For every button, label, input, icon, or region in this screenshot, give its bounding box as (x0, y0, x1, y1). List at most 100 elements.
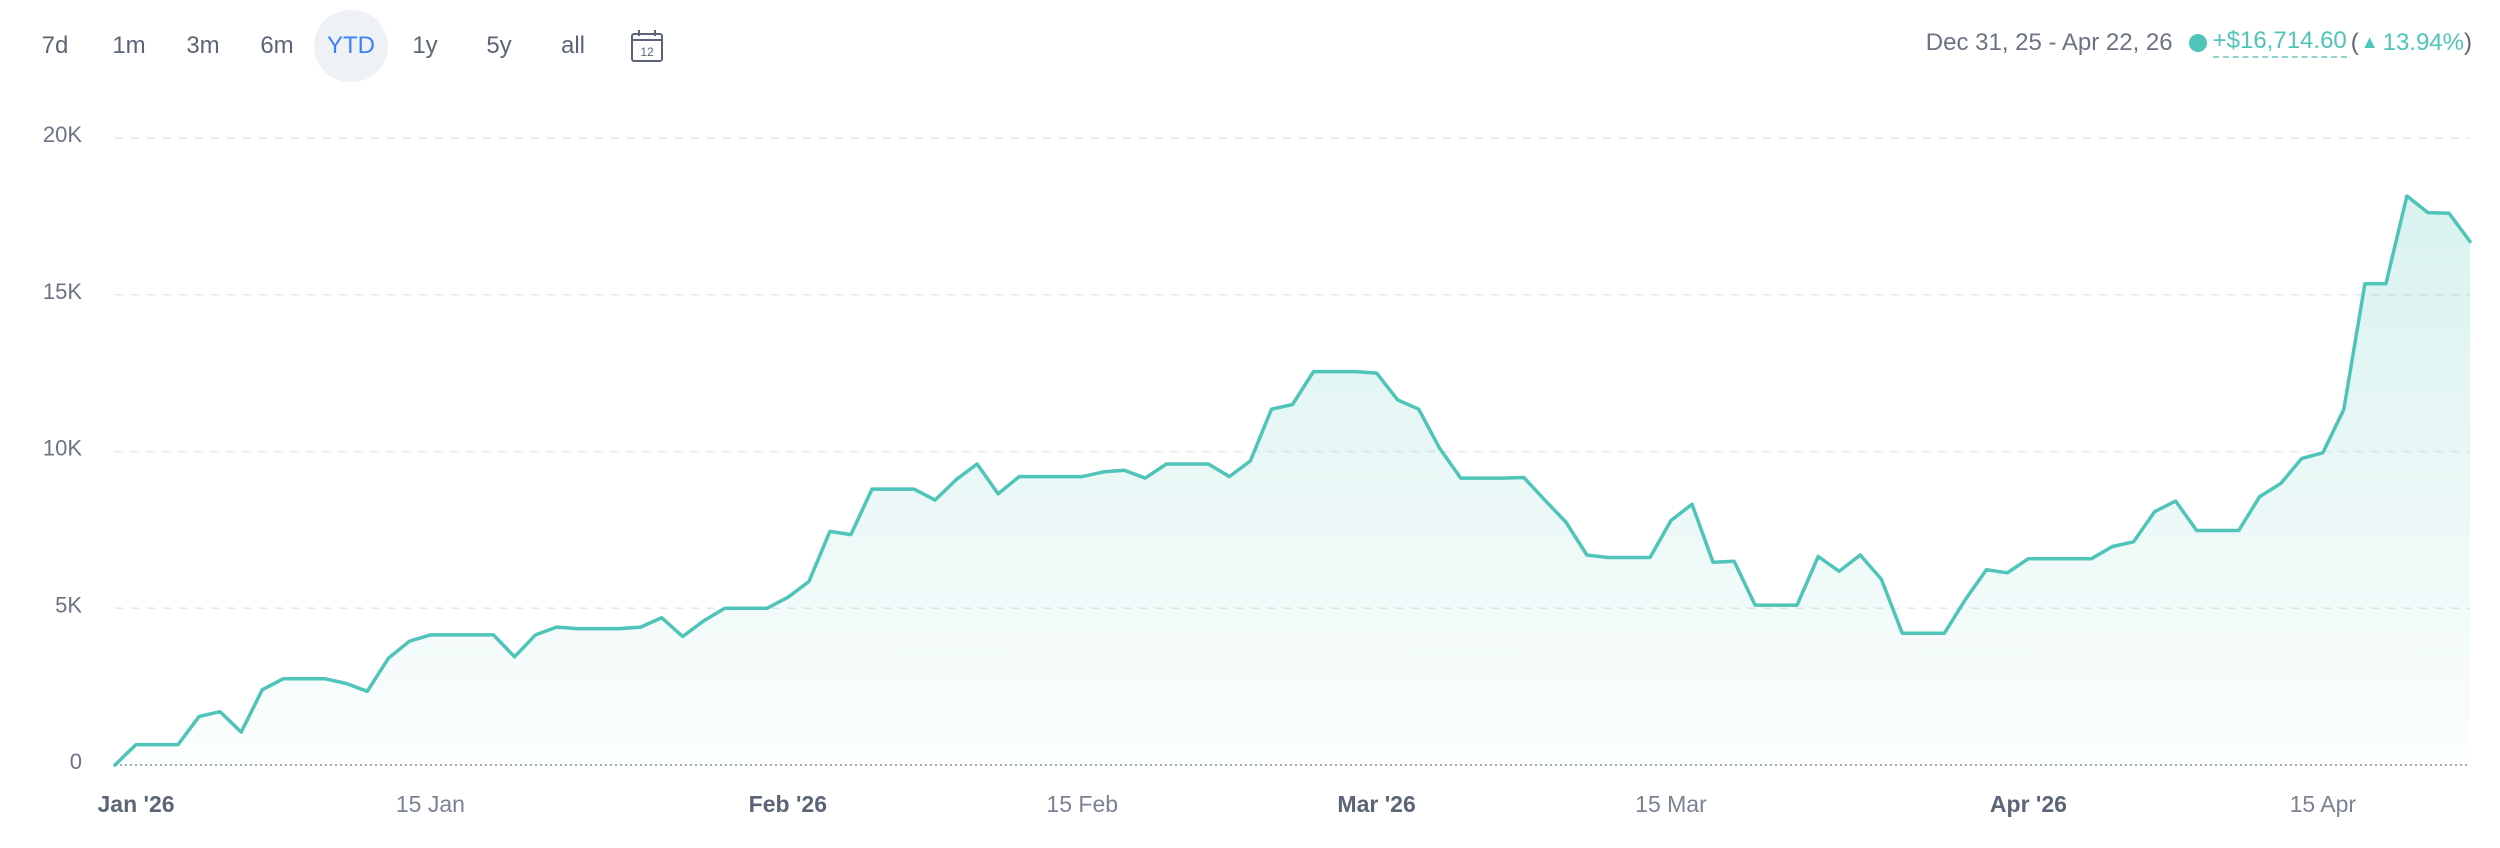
data-point[interactable] (2044, 553, 2056, 565)
data-point[interactable] (2191, 525, 2203, 537)
data-point[interactable] (1055, 471, 1067, 483)
data-point[interactable] (2128, 536, 2140, 548)
data-point[interactable] (1812, 551, 1824, 563)
data-point[interactable] (277, 673, 289, 685)
data-point[interactable] (1476, 472, 1488, 484)
data-point[interactable] (656, 612, 668, 624)
data-point[interactable] (403, 635, 415, 647)
data-point[interactable] (1329, 366, 1341, 378)
data-point[interactable] (424, 629, 436, 641)
data-point[interactable] (130, 739, 142, 751)
data-point[interactable] (866, 483, 878, 495)
data-point[interactable] (929, 494, 941, 506)
data-point[interactable] (1223, 471, 1235, 483)
data-point[interactable] (719, 602, 731, 614)
data-point[interactable] (1350, 366, 1362, 378)
data-point[interactable] (2443, 207, 2455, 219)
data-point[interactable] (1455, 472, 1467, 484)
data-point[interactable] (2464, 236, 2476, 248)
data-point[interactable] (319, 673, 331, 685)
data-point[interactable] (950, 474, 962, 486)
data-point[interactable] (2422, 207, 2434, 219)
data-point[interactable] (803, 576, 815, 588)
data-point[interactable] (2065, 553, 2077, 565)
data-point[interactable] (1707, 556, 1719, 568)
calendar-button[interactable]: 12 (610, 10, 684, 82)
data-point[interactable] (1413, 403, 1425, 415)
range-7d-button[interactable]: 7d (18, 10, 92, 82)
data-point[interactable] (971, 458, 983, 470)
data-point[interactable] (1308, 366, 1320, 378)
data-point[interactable] (1244, 455, 1256, 467)
data-point[interactable] (1560, 516, 1572, 528)
data-point[interactable] (740, 602, 752, 614)
data-point[interactable] (361, 685, 373, 697)
data-point[interactable] (1854, 549, 1866, 561)
data-point[interactable] (1013, 471, 1025, 483)
data-point[interactable] (1749, 599, 1761, 611)
data-point[interactable] (109, 759, 121, 771)
data-point[interactable] (992, 488, 1004, 500)
range-ytd-button[interactable]: YTD (314, 10, 388, 82)
data-point[interactable] (467, 629, 479, 641)
range-6m-button[interactable]: 6m (240, 10, 314, 82)
data-point[interactable] (151, 739, 163, 751)
range-5y-button[interactable]: 5y (462, 10, 536, 82)
data-point[interactable] (1770, 599, 1782, 611)
data-point[interactable] (1266, 403, 1278, 415)
data-point[interactable] (1097, 466, 1109, 478)
data-point[interactable] (1287, 399, 1299, 411)
data-point[interactable] (1202, 458, 1214, 470)
data-point[interactable] (2086, 553, 2098, 565)
range-all-button[interactable]: all (536, 10, 610, 82)
data-point[interactable] (614, 623, 626, 635)
data-point[interactable] (2317, 447, 2329, 459)
data-point[interactable] (593, 623, 605, 635)
data-point[interactable] (782, 591, 794, 603)
data-point[interactable] (2296, 452, 2308, 464)
data-point[interactable] (1392, 394, 1404, 406)
data-point[interactable] (2359, 278, 2371, 290)
data-point[interactable] (2001, 567, 2013, 579)
data-point[interactable] (824, 525, 836, 537)
data-point[interactable] (340, 678, 352, 690)
data-point[interactable] (1917, 627, 1929, 639)
data-point[interactable] (1034, 471, 1046, 483)
data-point[interactable] (1371, 367, 1383, 379)
data-point[interactable] (1875, 573, 1887, 585)
data-point[interactable] (551, 621, 563, 633)
data-point[interactable] (2022, 553, 2034, 565)
data-point[interactable] (2212, 525, 2224, 537)
range-3m-button[interactable]: 3m (166, 10, 240, 82)
data-point[interactable] (1686, 498, 1698, 510)
data-point[interactable] (1791, 599, 1803, 611)
data-point[interactable] (2275, 478, 2287, 490)
data-point[interactable] (1181, 458, 1193, 470)
data-point[interactable] (256, 684, 268, 696)
data-point[interactable] (635, 621, 647, 633)
data-point[interactable] (1160, 458, 1172, 470)
data-point[interactable] (1896, 627, 1908, 639)
data-point[interactable] (235, 726, 247, 738)
data-point[interactable] (1623, 552, 1635, 564)
data-point[interactable] (488, 629, 500, 641)
data-point[interactable] (1938, 627, 1950, 639)
data-point[interactable] (1959, 594, 1971, 606)
data-point[interactable] (214, 706, 226, 718)
data-point[interactable] (1076, 471, 1088, 483)
data-point[interactable] (1139, 472, 1151, 484)
data-point[interactable] (2170, 495, 2182, 507)
data-point[interactable] (509, 651, 521, 663)
data-point[interactable] (1644, 552, 1656, 564)
data-point[interactable] (2380, 278, 2392, 290)
data-point[interactable] (1581, 549, 1593, 561)
data-point[interactable] (2254, 491, 2266, 503)
data-point[interactable] (1434, 442, 1446, 454)
data-point[interactable] (698, 615, 710, 627)
data-point[interactable] (445, 629, 457, 641)
data-point[interactable] (572, 623, 584, 635)
data-point[interactable] (1539, 494, 1551, 506)
data-point[interactable] (1833, 565, 1845, 577)
data-point[interactable] (2107, 541, 2119, 553)
data-point[interactable] (1602, 552, 1614, 564)
